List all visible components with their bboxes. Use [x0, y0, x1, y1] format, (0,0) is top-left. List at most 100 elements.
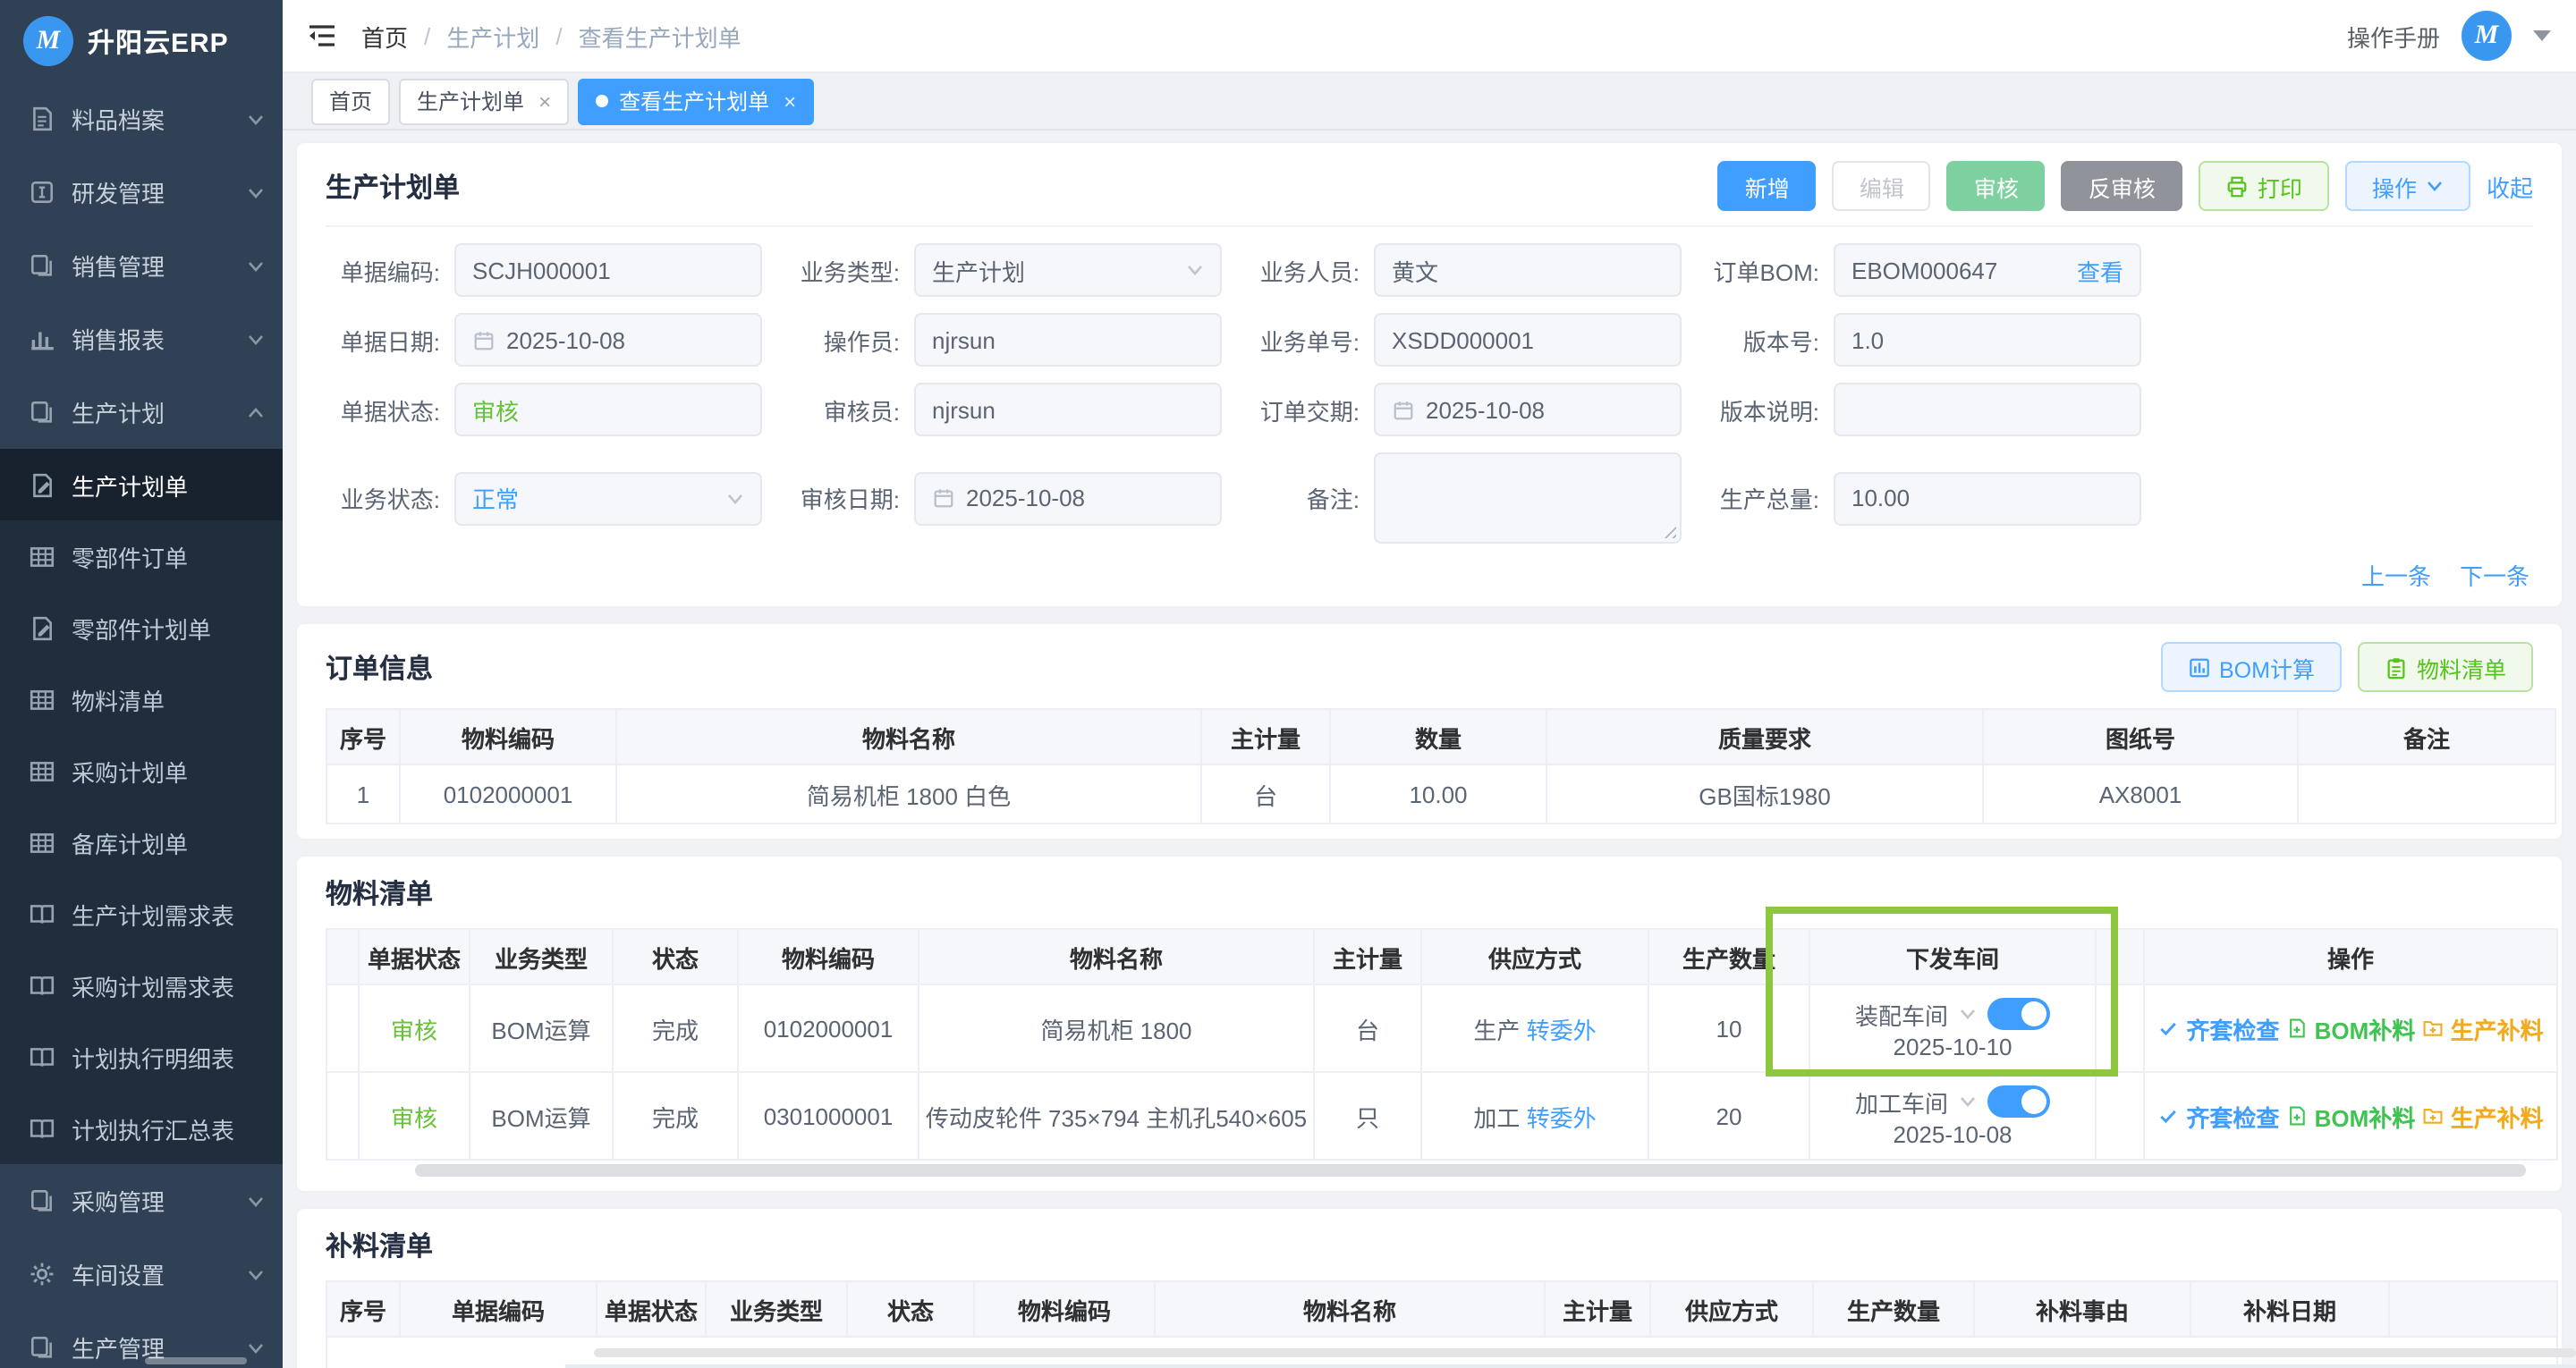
- sidebar-item-material-bom-list[interactable]: 物料清单: [0, 663, 283, 735]
- column-header: 供应方式: [1650, 1281, 1813, 1337]
- sidebar-item-purchase-plan-order[interactable]: 采购计划单: [0, 735, 283, 806]
- close-icon[interactable]: ×: [784, 89, 796, 114]
- cell-qty: 10.00: [1330, 764, 1546, 823]
- content-area: 生产计划单 新增 编辑 审核 反审核 打印 操作: [283, 129, 2576, 1368]
- audit-date-input[interactable]: 2025-10-08: [914, 471, 1222, 525]
- tab-view-production-plan-order[interactable]: 查看生产计划单 ×: [578, 78, 814, 124]
- sidebar-item-purchase-demand-report[interactable]: 采购计划需求表: [0, 950, 283, 1021]
- bill-date-input[interactable]: 2025-10-08: [454, 313, 762, 367]
- breadcrumb: 首页 / 生产计划 / 查看生产计划单: [361, 19, 741, 53]
- sidebar-item-label: 生产计划单: [72, 468, 188, 502]
- sidebar-item-parts-order[interactable]: 零部件订单: [0, 520, 283, 592]
- avatar[interactable]: M: [2462, 11, 2512, 61]
- remark-textarea[interactable]: [1374, 452, 1682, 544]
- next-record-link[interactable]: 下一条: [2460, 558, 2529, 592]
- sidebar-item-stock-plan-order[interactable]: 备库计划单: [0, 806, 283, 878]
- biz-person-input[interactable]: 黄文: [1374, 243, 1682, 297]
- bill-status-input[interactable]: 审核: [454, 383, 762, 436]
- print-button[interactable]: 打印: [2199, 161, 2329, 211]
- sidebar-item-label: 采购计划单: [72, 754, 188, 788]
- bom-supplement-link[interactable]: BOM补料: [2286, 1011, 2416, 1045]
- auditor-input[interactable]: njrsun: [914, 383, 1222, 436]
- order-bom-input[interactable]: EBOM000647 查看: [1834, 243, 2141, 297]
- page-horizontal-scrollbar[interactable]: [594, 1348, 2576, 1357]
- gutter-cell: [2096, 984, 2144, 1072]
- production-supplement-link[interactable]: 生产补料: [2422, 1099, 2544, 1133]
- breadcrumb-production-plan[interactable]: 生产计划: [446, 19, 539, 53]
- audit-button[interactable]: 审核: [1947, 161, 2046, 211]
- kit-check-link[interactable]: 齐套检查: [2157, 1011, 2279, 1045]
- biz-type-select[interactable]: 生产计划: [914, 243, 1222, 297]
- divider: [326, 225, 2533, 227]
- version-input[interactable]: 1.0: [1834, 313, 2141, 367]
- biz-no-input[interactable]: XSDD000001: [1374, 313, 1682, 367]
- copy-icon: [29, 1334, 55, 1361]
- sidebar-item-parts-plan-order[interactable]: 零部件计划单: [0, 592, 283, 663]
- sidebar-item-workshop-settings[interactable]: 车间设置: [0, 1237, 283, 1311]
- add-button[interactable]: 新增: [1718, 161, 1817, 211]
- production-supplement-link[interactable]: 生产补料: [2422, 1011, 2544, 1045]
- bill-code-input[interactable]: SCJH000001: [454, 243, 762, 297]
- operator-input[interactable]: njrsun: [914, 313, 1222, 367]
- sidebar-item-sales-report[interactable]: 销售报表: [0, 302, 283, 376]
- dispatch-toggle[interactable]: [1987, 998, 2050, 1030]
- workshop-select[interactable]: 加工车间: [1855, 1085, 1948, 1119]
- bom-supplement-link[interactable]: BOM补料: [2286, 1099, 2416, 1133]
- manual-link[interactable]: 操作手册: [2347, 19, 2440, 53]
- tab-production-plan-order[interactable]: 生产计划单 ×: [399, 78, 569, 124]
- sidebar-item-plan-exec-summary-report[interactable]: 计划执行汇总表: [0, 1093, 283, 1164]
- resize-handle[interactable]: [1660, 522, 1676, 538]
- dispatch-date[interactable]: 2025-10-08: [1812, 1120, 2093, 1147]
- field-label: 订单BOM:: [1705, 253, 1819, 287]
- sidebar-item-production-plan-order[interactable]: 生产计划单: [0, 449, 283, 520]
- sidebar-collapse-icon[interactable]: [308, 23, 336, 48]
- close-icon[interactable]: ×: [538, 89, 551, 114]
- table-row[interactable]: 1 0102000001 简易机柜 1800 白色 台 10.00 GB国标19…: [326, 764, 2555, 823]
- bom-calc-button[interactable]: BOM计算: [2160, 642, 2342, 692]
- edit-button[interactable]: 编辑: [1833, 161, 1931, 211]
- sidebar-item-sales-management[interactable]: 销售管理: [0, 229, 283, 302]
- sidebar-item-rnd-management[interactable]: 研发管理: [0, 156, 283, 229]
- field-version-note: 版本说明:: [1705, 383, 2141, 436]
- workshop-select[interactable]: 装配车间: [1855, 997, 1948, 1031]
- actions-dropdown-button[interactable]: 操作: [2345, 161, 2470, 211]
- user-menu-caret-icon[interactable]: [2533, 30, 2551, 41]
- cell-code: 0301000001: [738, 1072, 919, 1160]
- field-label: 版本说明:: [1705, 393, 1819, 426]
- sidebar-item-production-demand-report[interactable]: 生产计划需求表: [0, 878, 283, 950]
- kit-check-link[interactable]: 齐套检查: [2157, 1099, 2279, 1133]
- scrollbar-thumb[interactable]: [415, 1164, 2526, 1177]
- sidebar-item-plan-exec-detail-report[interactable]: 计划执行明细表: [0, 1021, 283, 1093]
- biz-status-select[interactable]: 正常: [454, 471, 762, 525]
- chevron-down-icon: [247, 330, 265, 348]
- tab-home[interactable]: 首页: [311, 78, 390, 124]
- material-list-button[interactable]: 物料清单: [2358, 642, 2533, 692]
- field-label: 生产总量:: [1705, 481, 1819, 515]
- version-note-input[interactable]: [1834, 383, 2141, 436]
- view-bom-link[interactable]: 查看: [2077, 253, 2123, 287]
- field-biz-no: 业务单号: XSDD000001: [1245, 313, 1682, 367]
- dispatch-date[interactable]: 2025-10-10: [1812, 1033, 2093, 1060]
- dispatch-toggle[interactable]: [1987, 1085, 2050, 1118]
- sidebar-item-production-plan[interactable]: 生产计划: [0, 376, 283, 449]
- sidebar-item-material-archive[interactable]: 料品档案: [0, 82, 283, 156]
- cell-supply: 生产 转委外: [1421, 984, 1648, 1072]
- sidebar-item-label: 生产计划: [72, 395, 165, 429]
- cell-remark: [2298, 764, 2555, 823]
- previous-record-link[interactable]: 上一条: [2361, 558, 2431, 592]
- total-qty-input[interactable]: 10.00: [1834, 471, 2141, 525]
- breadcrumb-home[interactable]: 首页: [361, 19, 408, 53]
- unaudit-button[interactable]: 反审核: [2062, 161, 2182, 211]
- cell-status: 审核: [359, 1072, 470, 1160]
- order-due-input[interactable]: 2025-10-08: [1374, 383, 1682, 436]
- table-row[interactable]: 审核 BOM运算 完成 0102000001 简易机柜 1800 台 生产 转委…: [326, 984, 2557, 1072]
- sidebar-item-purchase-management[interactable]: 采购管理: [0, 1164, 283, 1237]
- collapse-link[interactable]: 收起: [2487, 169, 2533, 203]
- outsource-link[interactable]: 转委外: [1527, 1017, 1597, 1043]
- field-bill-status: 单据状态: 审核: [326, 383, 762, 436]
- gear-icon: [29, 1261, 55, 1288]
- sidebar-scrollbar-thumb[interactable]: [145, 1357, 247, 1364]
- table-row[interactable]: 审核 BOM运算 完成 0301000001 传动皮轮件 735×794 主机孔…: [326, 1072, 2557, 1160]
- outsource-link[interactable]: 转委外: [1527, 1104, 1597, 1131]
- cell-name: 传动皮轮件 735×794 主机孔540×605: [919, 1072, 1314, 1160]
